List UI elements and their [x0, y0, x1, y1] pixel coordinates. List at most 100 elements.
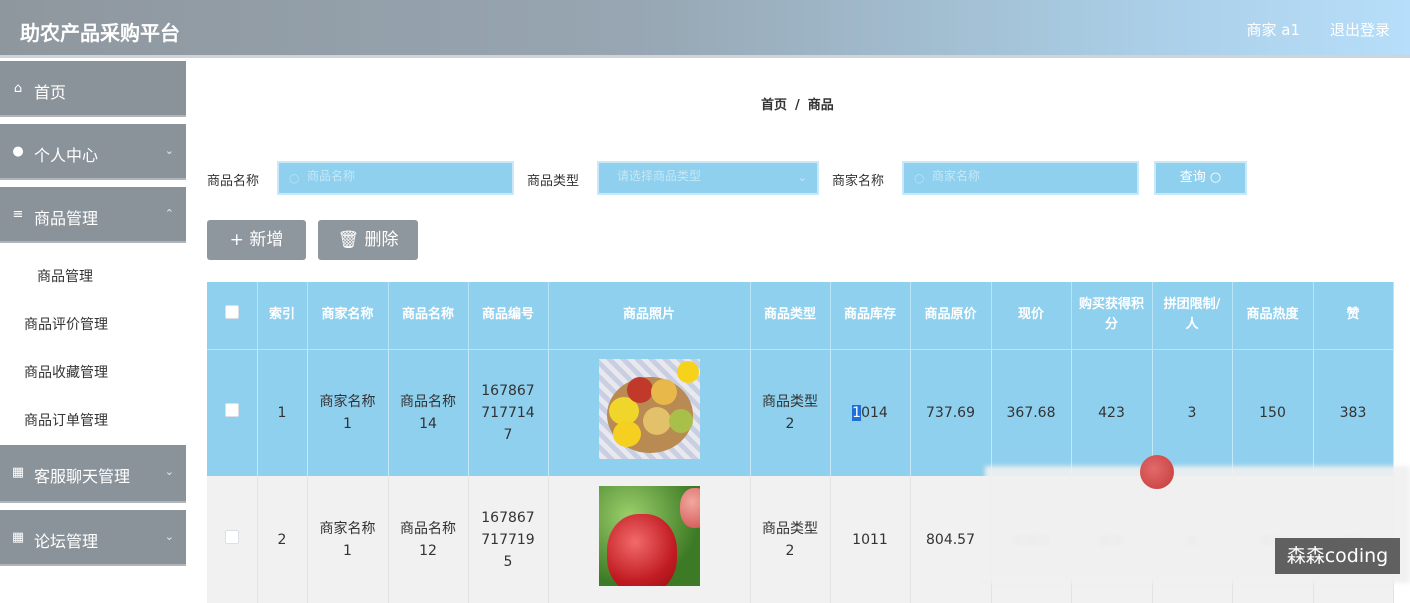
home-icon: ⌂ — [13, 81, 23, 96]
submenu-item-product-review[interactable]: 商品评价管理 — [0, 301, 186, 349]
cell-stock: 1011 — [830, 476, 911, 603]
grid-icon: ▦ — [11, 530, 25, 545]
submenu-item-product-favorite[interactable]: 商品收藏管理 — [0, 349, 186, 397]
row-checkbox[interactable] — [224, 529, 239, 544]
cell-type: 商品类型2 — [750, 476, 831, 603]
product-photo[interactable] — [598, 359, 700, 460]
cursor-marker-icon — [1140, 455, 1174, 489]
add-button[interactable]: + 新增 — [207, 220, 306, 260]
sidebar-item-chat[interactable]: ▦ 客服聊天管理 ⌄ — [0, 445, 186, 507]
column-header: 商品库存 — [830, 282, 911, 349]
chevron-down-icon: ⌄ — [164, 465, 174, 478]
product-type-input[interactable] — [617, 169, 792, 183]
column-header: 商品照片 — [548, 282, 751, 349]
user-icon: ● — [12, 144, 24, 159]
sidebar-item-label: 论坛管理 — [34, 532, 99, 551]
cell-points: 423 — [1071, 348, 1153, 476]
watermark: 森森coding — [1275, 538, 1400, 574]
delete-button-label: 删除 — [364, 230, 399, 250]
column-header: 商品原价 — [910, 282, 992, 349]
sidebar: ⌂ 首页 ● 个人中心 ⌄ ≡ 商品管理 ⌃ 商品管理 商品评价管理 商品收藏管… — [0, 61, 186, 583]
cell-name: 商品名称12 — [388, 476, 469, 603]
menu-icon: ≡ — [12, 207, 24, 222]
column-header: 拼团限制/人 — [1152, 282, 1233, 349]
cell-code: 1678677177195 — [468, 476, 549, 603]
submenu-item-product-order[interactable]: 商品订单管理 — [0, 397, 186, 445]
submenu-item-product-manage[interactable]: 商品管理 — [0, 253, 186, 301]
cell-orig-price: 804.57 — [910, 476, 992, 603]
column-header: 商品热度 — [1232, 282, 1314, 349]
row-checkbox[interactable] — [224, 402, 239, 417]
cell-photo — [548, 348, 751, 476]
merchant-name-input[interactable] — [932, 169, 1119, 183]
product-photo[interactable] — [598, 486, 700, 586]
sidebar-item-label: 客服聊天管理 — [34, 467, 131, 486]
column-header: 赞 — [1313, 282, 1394, 349]
column-header: 现价 — [991, 282, 1072, 349]
chevron-down-icon: ⌄ — [164, 530, 174, 543]
current-user: 商家 a1 — [1246, 21, 1300, 39]
table-header-row: 索引 商家名称 商品名称 商品编号 商品照片 商品类型 商品库存 商品原价 现价… — [207, 282, 1394, 349]
column-header: 索引 — [257, 282, 308, 349]
sidebar-item-products[interactable]: ≡ 商品管理 ⌃ — [0, 187, 186, 247]
sidebar-item-home[interactable]: ⌂ 首页 — [0, 61, 186, 121]
query-button-label: 查询 — [1179, 170, 1206, 185]
column-header: 商品编号 — [468, 282, 549, 349]
product-type-label: 商品类型 — [527, 174, 580, 189]
column-header: 商家名称 — [307, 282, 389, 349]
cell-index: 2 — [257, 476, 308, 603]
row-select-cell[interactable] — [207, 348, 258, 476]
logout-link[interactable]: 退出登录 — [1330, 19, 1390, 40]
breadcrumb-current: 商品 — [807, 98, 834, 113]
select-all-cell[interactable] — [207, 282, 258, 349]
sidebar-item-label: 商品管理 — [34, 209, 99, 228]
sidebar-item-forum[interactable]: ▦ 论坛管理 ⌄ — [0, 510, 186, 570]
search-icon: ○ — [1209, 170, 1222, 185]
table-row[interactable]: 1 商家名称1 商品名称14 1678677177147 商品类型2 1014 … — [207, 348, 1394, 476]
app-title: 助农产品采购平台 — [20, 21, 180, 45]
product-name-input[interactable] — [307, 169, 494, 183]
cell-type: 商品类型2 — [750, 348, 831, 476]
sidebar-item-profile[interactable]: ● 个人中心 ⌄ — [0, 124, 186, 184]
cell-code: 1678677177147 — [468, 348, 549, 476]
plus-icon: + — [229, 230, 250, 250]
sidebar-item-label: 首页 — [34, 83, 67, 102]
product-type-select[interactable]: ⌄ — [597, 161, 819, 195]
chevron-up-icon: ⌃ — [164, 207, 174, 220]
chevron-down-icon: ⌄ — [797, 171, 807, 184]
column-header: 购买获得积分 — [1071, 282, 1153, 349]
cell-price: 367.68 — [991, 348, 1072, 476]
cell-merchant: 商家名称1 — [307, 476, 389, 603]
column-header: 商品名称 — [388, 282, 469, 349]
cell-stock: 1014 — [830, 348, 911, 476]
search-icon: ○ — [914, 171, 925, 185]
cell-likes: 383 — [1313, 348, 1394, 476]
breadcrumb: 首页 / 商品 — [761, 94, 834, 113]
top-header: 助农产品采购平台 商家 a1 退出登录 — [0, 0, 1410, 58]
merchant-name-search[interactable]: ○ — [902, 161, 1139, 195]
query-button[interactable]: 查询 ○ — [1154, 161, 1247, 195]
column-header: 商品类型 — [750, 282, 831, 349]
product-name-label: 商品名称 — [207, 174, 260, 189]
trash-icon: 🗑 — [337, 230, 365, 250]
add-button-label: 新增 — [249, 230, 284, 250]
cell-photo — [548, 476, 751, 603]
cell-index: 1 — [257, 348, 308, 476]
row-select-cell[interactable] — [207, 476, 258, 603]
search-icon: ○ — [289, 171, 300, 185]
product-name-search[interactable]: ○ — [277, 161, 514, 195]
delete-button[interactable]: 🗑 删除 — [318, 220, 418, 260]
stock-rest: 014 — [861, 404, 888, 421]
cell-name: 商品名称14 — [388, 348, 469, 476]
cell-orig-price: 737.69 — [910, 348, 992, 476]
sidebar-item-label: 个人中心 — [34, 146, 99, 165]
products-submenu: 商品管理 商品评价管理 商品收藏管理 商品订单管理 — [0, 247, 186, 445]
stock-selection: 1 — [852, 404, 862, 421]
merchant-name-label: 商家名称 — [832, 174, 885, 189]
cell-heat: 150 — [1232, 348, 1314, 476]
select-all-checkbox[interactable] — [224, 304, 239, 319]
grid-icon: ▦ — [11, 465, 25, 480]
breadcrumb-separator: / — [795, 98, 800, 113]
cell-merchant: 商家名称1 — [307, 348, 389, 476]
breadcrumb-home[interactable]: 首页 — [761, 98, 787, 113]
